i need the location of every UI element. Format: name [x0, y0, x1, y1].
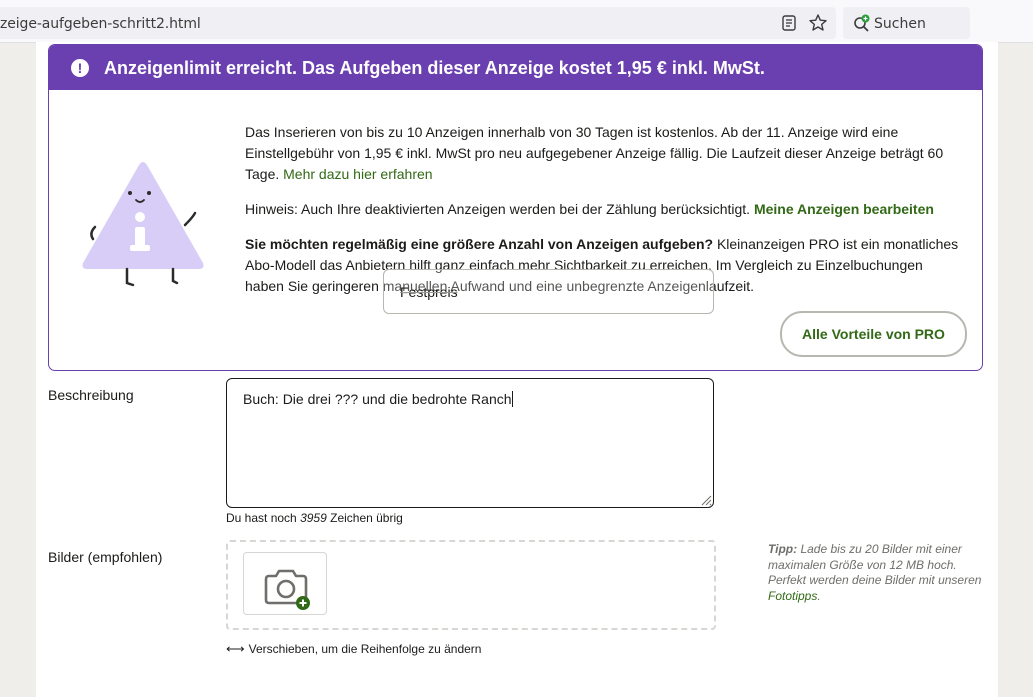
- remaining-count: 3959: [300, 511, 327, 525]
- search-placeholder: Suchen: [874, 16, 926, 32]
- ad-limit-notice: ! Anzeigenlimit erreicht. Das Aufgeben d…: [48, 44, 983, 371]
- info-triangle-mascot-icon: [82, 162, 204, 287]
- notice-paragraph-hint: Hinweis: Auch Ihre deaktivierten Anzeige…: [245, 199, 965, 220]
- pro-benefits-button[interactable]: Alle Vorteile von PRO: [780, 311, 967, 357]
- description-textarea[interactable]: Buch: Die drei ??? und die bedrohte Ranc…: [226, 378, 714, 508]
- url-text[interactable]: zeige-aufgeben-schritt2.html: [0, 16, 201, 32]
- notice-title: Anzeigenlimit erreicht. Das Aufgeben die…: [104, 58, 765, 78]
- description-label: Beschreibung: [48, 387, 134, 403]
- resize-grip-icon[interactable]: [700, 494, 712, 506]
- left-right-arrow-icon: ⟷: [226, 641, 245, 656]
- reorder-hint: ⟷ Verschieben, um die Reihenfolge zu ände…: [226, 641, 482, 656]
- exclamation-icon: !: [71, 59, 89, 77]
- tip-label: Tipp:: [768, 542, 798, 556]
- browser-toolbar: zeige-aufgeben-schritt2.html Suchen: [0, 0, 1033, 43]
- tip-text: Lade bis zu 20 Bilder mit einer maximale…: [768, 542, 982, 587]
- edit-ads-link[interactable]: Meine Anzeigen bearbeiten: [754, 201, 934, 217]
- reader-view-icon[interactable]: [780, 14, 798, 32]
- notice-header: ! Anzeigenlimit erreicht. Das Aufgeben d…: [49, 45, 982, 90]
- description-value: Buch: Die drei ??? und die bedrohte Ranc…: [243, 391, 513, 407]
- image-tip: Tipp: Lade bis zu 20 Bilder mit einer ma…: [768, 542, 982, 603]
- price-type-field[interactable]: Festpreis: [383, 269, 714, 314]
- pro-question: Sie möchten regelmäßig eine größere Anza…: [245, 236, 714, 252]
- price-type-value: Festpreis: [400, 284, 458, 300]
- add-image-button[interactable]: [243, 552, 327, 615]
- notice-paragraph-limit: Das Inserieren von bis zu 10 Anzeigen in…: [245, 122, 965, 185]
- address-bar[interactable]: zeige-aufgeben-schritt2.html: [0, 7, 836, 39]
- text-caret: [511, 391, 513, 407]
- learn-more-link[interactable]: Mehr dazu hier erfahren: [283, 166, 432, 182]
- images-label: Bilder (empfohlen): [48, 549, 163, 565]
- bookmark-star-icon[interactable]: [808, 13, 828, 33]
- camera-add-icon: [264, 569, 310, 610]
- browser-search-box[interactable]: Suchen: [843, 7, 970, 39]
- character-counter: Du hast noch 3959 Zeichen übrig: [226, 511, 403, 525]
- hint-text: Hinweis: Auch Ihre deaktivierten Anzeige…: [245, 201, 751, 217]
- photo-tips-link[interactable]: Fototipps: [768, 589, 817, 603]
- image-dropzone[interactable]: [226, 540, 716, 630]
- search-icon: [854, 14, 870, 32]
